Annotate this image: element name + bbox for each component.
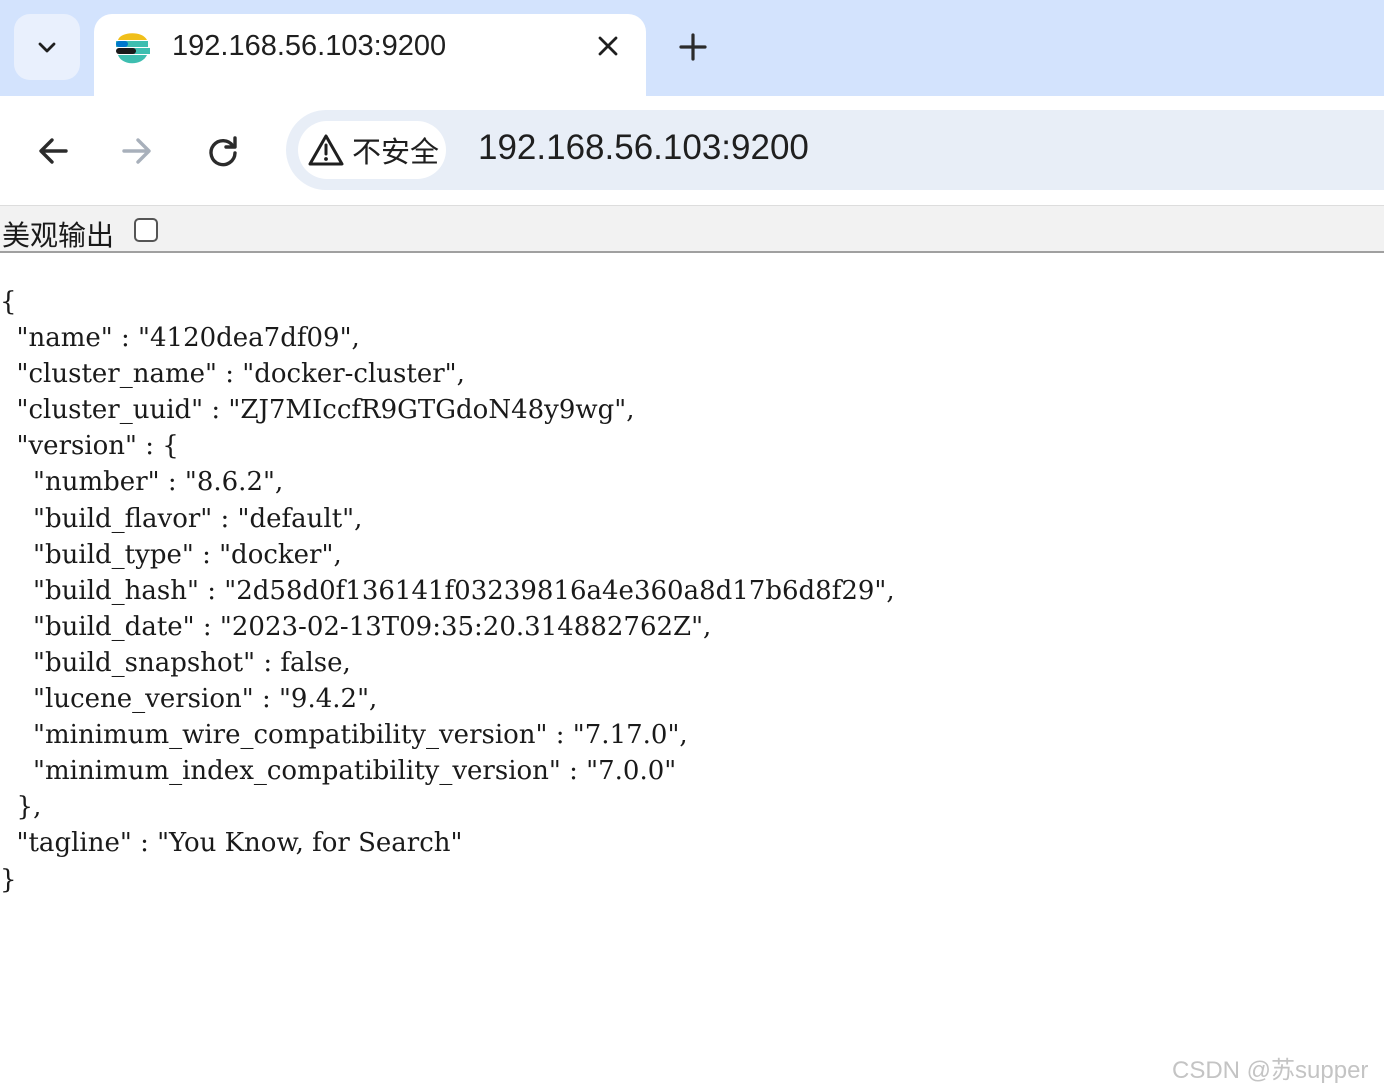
back-button[interactable] — [30, 128, 76, 174]
arrow-right-icon — [122, 138, 151, 164]
json-line: "cluster_uuid" : "ZJ7MIccfR9GTGdoN48y9wg… — [0, 395, 635, 426]
security-chip[interactable]: 不安全 — [298, 121, 446, 179]
warning-triangle-icon — [308, 132, 344, 168]
new-tab-button[interactable] — [672, 26, 714, 68]
pretty-print-checkbox[interactable] — [134, 218, 158, 242]
watermark: CSDN @苏supper — [1172, 1057, 1369, 1084]
json-line: "build_snapshot" : false, — [0, 647, 351, 678]
tab-close-button[interactable] — [590, 28, 626, 64]
json-response: { "name" : "4120dea7df09", "cluster_name… — [0, 284, 895, 898]
json-line: "build_date" : "2023-02-13T09:35:20.3148… — [0, 611, 712, 642]
json-line: "build_flavor" : "default", — [0, 503, 363, 534]
json-line: }, — [0, 792, 42, 823]
json-line: "minimum_index_compatibility_version" : … — [0, 756, 677, 787]
arrow-left-icon — [39, 138, 68, 164]
json-line: "number" : "8.6.2", — [0, 467, 284, 498]
close-icon — [598, 36, 618, 56]
json-line: "name" : "4120dea7df09", — [0, 323, 360, 354]
tab-search-button[interactable] — [14, 14, 80, 80]
tab-title: 192.168.56.103:9200 — [172, 30, 447, 62]
address-bar[interactable]: 不安全 192.168.56.103:9200 — [286, 110, 1384, 190]
json-line: } — [0, 864, 17, 895]
reload-icon — [209, 136, 237, 167]
pretty-print-bar: 美观输出 — [0, 205, 1384, 253]
elastic-logo-icon — [116, 33, 150, 64]
json-line: "minimum_wire_compatibility_version" : "… — [0, 720, 688, 751]
json-line: { — [0, 287, 17, 317]
forward-button[interactable] — [114, 128, 160, 174]
json-line: "version" : { — [0, 431, 179, 462]
reload-button[interactable] — [200, 128, 246, 174]
pretty-print-label: 美观输出 — [2, 219, 115, 252]
security-label: 不安全 — [352, 137, 440, 169]
json-line: "lucene_version" : "9.4.2", — [0, 684, 378, 715]
url-text[interactable]: 192.168.56.103:9200 — [478, 128, 809, 168]
json-line: "build_hash" : "2d58d0f136141f03239816a4… — [0, 575, 895, 606]
tab-strip: 192.168.56.103:9200 — [0, 0, 1384, 96]
json-line: "build_type" : "docker", — [0, 539, 342, 570]
json-line: "cluster_name" : "docker-cluster", — [0, 359, 465, 390]
active-tab[interactable]: 192.168.56.103:9200 — [94, 14, 646, 96]
json-line: "tagline" : "You Know, for Search" — [0, 828, 463, 859]
chevron-down-icon — [38, 42, 56, 53]
plus-icon — [679, 33, 707, 61]
browser-toolbar: 不安全 192.168.56.103:9200 — [0, 96, 1384, 204]
